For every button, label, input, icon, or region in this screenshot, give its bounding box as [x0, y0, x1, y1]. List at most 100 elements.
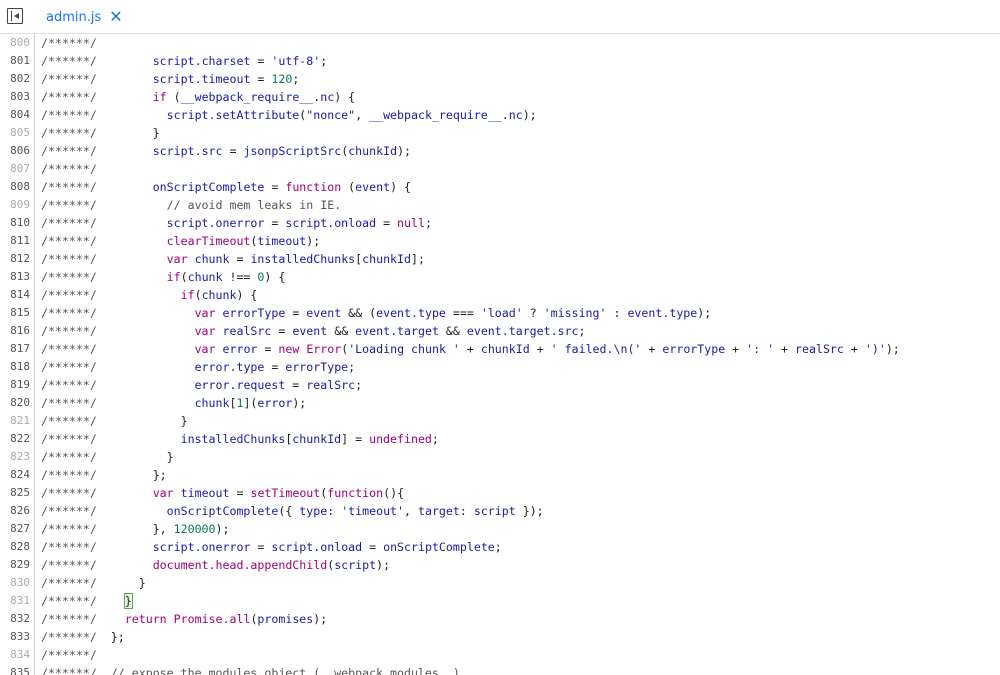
code-line[interactable]: 834 /******/	[0, 646, 1000, 664]
code-line[interactable]: 804 /******/ script.setAttribute("nonce",…	[0, 106, 1000, 124]
code-token: return	[124, 612, 167, 626]
code-line[interactable]: 831 /******/ }	[0, 592, 1000, 610]
sidebar-toggle-icon[interactable]	[7, 8, 23, 24]
gutter-divider	[34, 286, 35, 304]
line-number: 826	[10, 504, 30, 517]
code-token: ,	[355, 108, 370, 122]
code-line[interactable]: 829 /******/ document.head.appendChild(sc…	[0, 556, 1000, 574]
code-text: /******/ var realSrc = event && event.ta…	[41, 322, 586, 340]
code-token: error.request	[194, 378, 286, 392]
gutter-divider	[34, 250, 35, 268]
code-line[interactable]: 806 /******/ script.src = jsonpScriptSrc(…	[0, 142, 1000, 160]
code-text: /******/ installedChunks[chunkId] = unde…	[41, 430, 439, 448]
code-token: ?	[522, 306, 544, 320]
code-token: );	[376, 558, 391, 572]
code-token: script.onerror	[166, 216, 265, 230]
tab-label[interactable]: admin.js	[46, 10, 101, 25]
code-line[interactable]: 828 /******/ script.onerror = script.onlo…	[0, 538, 1000, 556]
code-token: // expose the modules object (__webpack_…	[103, 666, 460, 675]
code-token: ;	[320, 54, 328, 68]
code-line[interactable]: 823 /******/ }	[0, 448, 1000, 466]
code-line[interactable]: 807 /******/	[0, 160, 1000, 178]
code-line[interactable]: 813 /******/ if(chunk !== 0) {	[0, 268, 1000, 286]
gutter-divider	[34, 646, 35, 664]
code-token: /******/	[41, 36, 97, 50]
code-text: /******/ var errorType = event && (event…	[41, 304, 711, 322]
code-token: ;	[431, 432, 439, 446]
code-line[interactable]: 810 /******/ script.onerror = script.onlo…	[0, 214, 1000, 232]
code-text: /******/ }	[41, 574, 146, 592]
gutter-divider	[34, 142, 35, 160]
code-line[interactable]: 801 /******/ script.charset = 'utf-8';	[0, 52, 1000, 70]
code-token: timeout	[257, 234, 307, 248]
code-line[interactable]: 812 /******/ var chunk = installedChunks[…	[0, 250, 1000, 268]
tab-admin-js[interactable]: admin.js ✕	[34, 0, 135, 34]
line-number: 807	[10, 162, 30, 175]
code-line[interactable]: 814 /******/ if(chunk) {	[0, 286, 1000, 304]
code-token: :	[606, 306, 628, 320]
code-line[interactable]: 800 /******/	[0, 34, 1000, 52]
code-token: 120	[271, 72, 293, 86]
code-line[interactable]: 820 /******/ chunk[1](error);	[0, 394, 1000, 412]
code-line[interactable]: 824 /******/ };	[0, 466, 1000, 484]
code-token: /******/	[41, 450, 104, 464]
code-token: 'load'	[480, 306, 523, 320]
code-token: =	[376, 216, 398, 230]
code-token: (	[180, 270, 188, 284]
code-line[interactable]: 826 /******/ onScriptComplete({ type: 'ti…	[0, 502, 1000, 520]
code-line[interactable]: 825 /******/ var timeout = setTimeout(fun…	[0, 484, 1000, 502]
code-line[interactable]: 835 /******/ // expose the modules object…	[0, 664, 1000, 675]
code-line[interactable]: 832 /******/ return Promise.all(promises)…	[0, 610, 1000, 628]
code-editor[interactable]: 800 /******/ 801 /******/ script.charset = …	[0, 34, 1000, 675]
code-line[interactable]: 818 /******/ error.type = errorType;	[0, 358, 1000, 376]
code-text: /******/ script.setAttribute("nonce", __…	[41, 106, 537, 124]
code-line[interactable]: 819 /******/ error.request = realSrc;	[0, 376, 1000, 394]
close-icon[interactable]: ✕	[109, 9, 122, 25]
code-token: onScriptComplete	[152, 180, 265, 194]
code-line[interactable]: 805 /******/ }	[0, 124, 1000, 142]
code-line[interactable]: 802 /******/ script.timeout = 120;	[0, 70, 1000, 88]
code-token: event.target	[355, 324, 439, 338]
code-line[interactable]: 815/******/ var errorType = event && (ev…	[0, 304, 1000, 322]
line-number: 802	[10, 72, 30, 85]
code-line[interactable]: 811 /******/ clearTimeout(timeout);	[0, 232, 1000, 250]
code-line[interactable]: 809 /******/ // avoid mem leaks in IE.	[0, 196, 1000, 214]
code-token: =	[229, 486, 251, 500]
code-token: /******/	[41, 522, 104, 536]
code-line[interactable]: 816 /******/ var realSrc = event && event…	[0, 322, 1000, 340]
code-token: :	[459, 504, 474, 518]
code-line[interactable]: 830 /******/ }	[0, 574, 1000, 592]
code-token: ': '	[746, 342, 775, 356]
code-line[interactable]: 803 /******/ if (__webpack_require__.nc) …	[0, 88, 1000, 106]
code-line[interactable]: 808 /******/ onScriptComplete = function …	[0, 178, 1000, 196]
line-number: 819	[10, 378, 30, 391]
code-token: /******/	[41, 234, 104, 248]
code-token: event.type	[376, 306, 446, 320]
code-line[interactable]: 827 /******/ }, 120000);	[0, 520, 1000, 538]
code-line[interactable]: 822 /******/ installedChunks[chunkId] = u…	[0, 430, 1000, 448]
code-token: clearTimeout	[166, 234, 251, 248]
gutter-divider	[34, 52, 35, 70]
code-token: chunkId	[362, 252, 412, 266]
code-token: =	[264, 180, 286, 194]
code-token: // avoid mem leaks in IE.	[166, 198, 342, 212]
code-token: }	[103, 414, 188, 428]
code-token: =	[271, 324, 293, 338]
line-number: 810	[10, 216, 30, 229]
gutter-divider	[34, 448, 35, 466]
gutter-divider	[34, 394, 35, 412]
code-line[interactable]: 821 /******/ }	[0, 412, 1000, 430]
code-token: +	[774, 342, 796, 356]
gutter-divider	[34, 340, 35, 358]
code-token: =	[257, 342, 279, 356]
code-line[interactable]: 833 /******/ };	[0, 628, 1000, 646]
code-token: ) {	[236, 288, 258, 302]
code-line[interactable]: 817 /******/ var error = new Error('Loadi…	[0, 340, 1000, 358]
code-token: installedChunks	[250, 252, 356, 266]
